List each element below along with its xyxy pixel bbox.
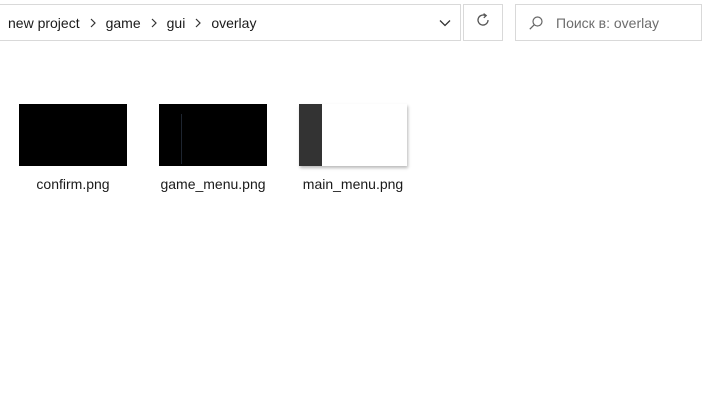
thumbnail-sidebar	[299, 104, 322, 166]
address-bar[interactable]: new project game gui overlay	[0, 4, 461, 41]
breadcrumb-item-new-project[interactable]: new project	[8, 15, 80, 31]
file-thumbnail[interactable]	[299, 104, 407, 166]
file-item-confirm[interactable]: confirm.png	[8, 104, 138, 204]
address-history-dropdown[interactable]	[430, 4, 460, 41]
search-input[interactable]	[556, 14, 696, 31]
file-name[interactable]: main_menu.png	[303, 176, 403, 192]
chevron-down-icon	[439, 14, 451, 32]
search-box[interactable]	[515, 4, 702, 41]
breadcrumb-item-gui[interactable]: gui	[167, 15, 186, 31]
chevron-right-icon[interactable]	[80, 13, 106, 33]
file-thumbnail[interactable]	[159, 104, 267, 166]
breadcrumb-item-game[interactable]: game	[106, 15, 141, 31]
file-name[interactable]: confirm.png	[36, 176, 109, 192]
breadcrumb-item-overlay[interactable]: overlay	[211, 15, 256, 31]
refresh-button[interactable]	[463, 4, 503, 41]
file-name[interactable]: game_menu.png	[160, 176, 265, 192]
chevron-right-icon[interactable]	[141, 13, 167, 33]
refresh-icon	[475, 12, 491, 33]
chevron-right-icon[interactable]	[185, 13, 211, 33]
file-thumbnail[interactable]	[19, 104, 127, 166]
file-view: confirm.png game_menu.png main_menu.png	[0, 48, 708, 401]
file-item-game-menu[interactable]: game_menu.png	[148, 104, 278, 204]
file-item-main-menu[interactable]: main_menu.png	[288, 104, 418, 204]
toolbar: new project game gui overlay	[0, 0, 708, 48]
search-icon	[516, 15, 556, 31]
